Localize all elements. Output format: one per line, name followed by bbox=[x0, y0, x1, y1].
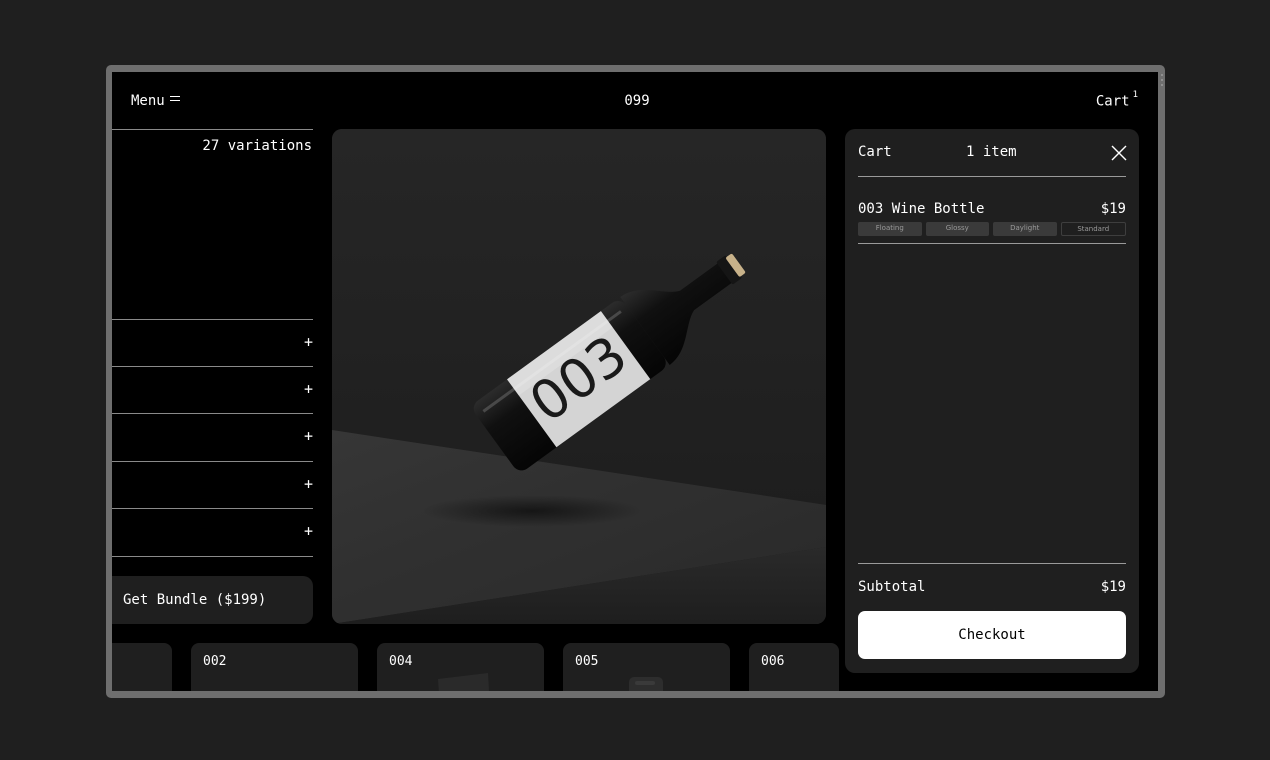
option-tag: Daylight bbox=[993, 222, 1057, 236]
subtotal-label: Subtotal bbox=[858, 579, 926, 595]
menu-label: Menu bbox=[131, 93, 165, 109]
variations-count: 27 variations bbox=[202, 138, 312, 154]
cart-panel: Cart 1 item 003 Wine Bottle $19 Floating… bbox=[845, 129, 1139, 673]
plus-icon: + bbox=[303, 427, 313, 445]
accordion-row-3[interactable]: + bbox=[112, 413, 313, 461]
thumbnail-004[interactable]: 004 bbox=[377, 643, 544, 691]
thumbnail-product-image bbox=[629, 677, 663, 691]
plus-icon: + bbox=[303, 522, 313, 540]
thumbnail-001[interactable] bbox=[112, 643, 172, 691]
hamburger-icon bbox=[169, 96, 180, 102]
cart-label: Cart bbox=[1095, 93, 1130, 110]
plus-icon: + bbox=[303, 333, 313, 351]
accordion-row-1[interactable]: + bbox=[112, 319, 313, 367]
product-image: 003 bbox=[332, 129, 826, 624]
thumbnail-label: 002 bbox=[203, 654, 227, 669]
thumbnail-006[interactable]: 006 bbox=[749, 643, 839, 691]
page-title: 099 bbox=[624, 93, 650, 109]
plus-icon: + bbox=[303, 380, 313, 398]
cart-button[interactable]: Cart 1 bbox=[1095, 90, 1138, 110]
checkout-button[interactable]: Checkout bbox=[858, 611, 1126, 659]
divider bbox=[858, 243, 1126, 244]
cart-panel-title: Cart bbox=[858, 144, 892, 160]
thumbnail-product-image bbox=[221, 669, 301, 691]
cart-item-count: 1 item bbox=[966, 144, 1017, 160]
thumbnail-002[interactable]: 002 bbox=[191, 643, 358, 691]
cart-count-badge: 1 bbox=[1132, 90, 1138, 100]
accordion-row-5[interactable]: + bbox=[112, 508, 313, 556]
thumbnail-005[interactable]: 005 bbox=[563, 643, 730, 691]
divider bbox=[858, 563, 1126, 564]
divider bbox=[112, 556, 313, 557]
accordion-row-4[interactable]: + bbox=[112, 461, 313, 509]
close-icon[interactable] bbox=[1111, 145, 1127, 161]
option-tag: Floating bbox=[858, 222, 922, 236]
thumbnail-product-image bbox=[438, 673, 489, 691]
thumbnail-label: 005 bbox=[575, 654, 599, 669]
accordion-row-2[interactable]: + bbox=[112, 366, 313, 414]
option-tag: Standard bbox=[1060, 222, 1126, 236]
divider bbox=[858, 176, 1126, 177]
divider bbox=[112, 129, 313, 130]
thumbnail-label: 006 bbox=[761, 654, 785, 669]
get-bundle-button[interactable]: Get Bundle ($199) bbox=[112, 576, 313, 624]
app-screen: Menu 099 Cart 1 27 variations + + + + + G… bbox=[112, 72, 1158, 691]
wine-bottle-render: 003 bbox=[332, 129, 826, 624]
thumbnail-label: 004 bbox=[389, 654, 413, 669]
cart-item-name: 003 Wine Bottle bbox=[858, 201, 985, 217]
option-tag: Glossy bbox=[925, 222, 989, 236]
scroll-indicator bbox=[1160, 74, 1163, 86]
plus-icon: + bbox=[303, 475, 313, 493]
cart-item-options: Floating Glossy Daylight Standard bbox=[858, 222, 1126, 236]
menu-button[interactable]: Menu bbox=[131, 93, 180, 109]
cart-item-price: $19 bbox=[1100, 201, 1126, 217]
subtotal-value: $19 bbox=[1100, 579, 1126, 595]
